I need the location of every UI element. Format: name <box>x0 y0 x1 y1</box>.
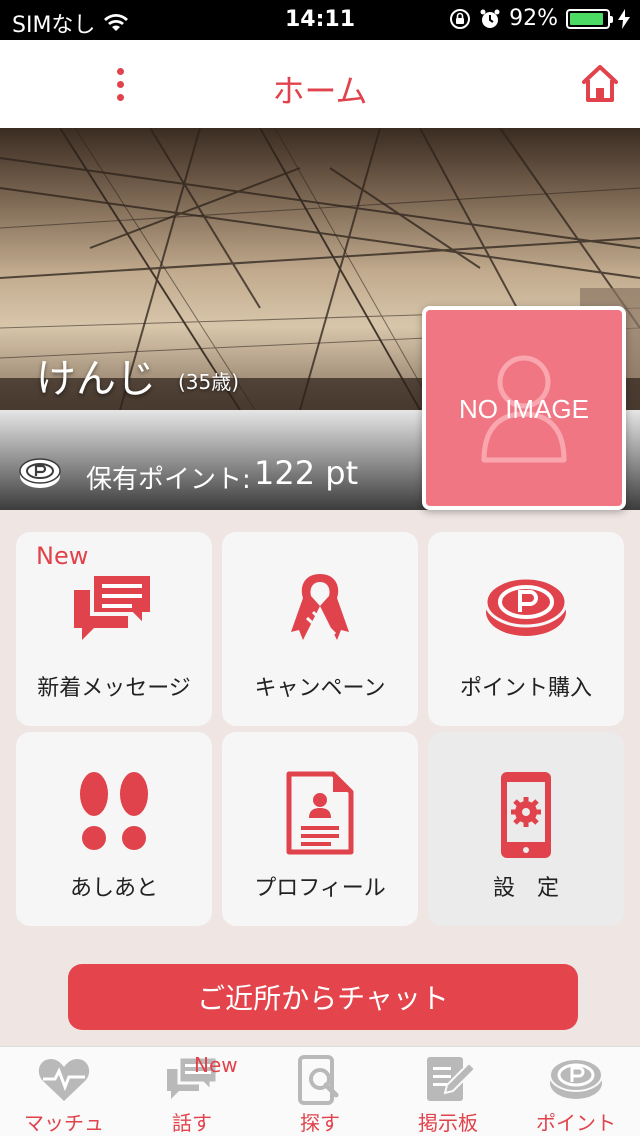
campaign-tile[interactable]: キャンペーン <box>222 532 418 726</box>
tile-icon-wrap <box>222 770 418 856</box>
nearby-chat-button[interactable]: ご近所からチャット <box>68 964 578 1030</box>
tab-icon-wrap <box>0 1055 128 1103</box>
tile-icon-wrap <box>16 570 212 646</box>
home-icon[interactable] <box>580 62 620 106</box>
battery-icon <box>566 8 613 29</box>
tab-label: ポイント <box>536 1111 616 1135</box>
tile-icon-wrap <box>428 770 624 860</box>
tab-icon-wrap <box>512 1055 640 1101</box>
tab-points[interactable]: ポイント <box>512 1047 640 1136</box>
tab-match[interactable]: マッチュ <box>0 1047 128 1136</box>
tile-label: ポイント購入 <box>459 676 592 701</box>
status-right: 92% <box>449 6 630 31</box>
footprints-icon <box>80 772 148 850</box>
settings-tile[interactable]: 設 定 <box>428 732 624 926</box>
orientation-lock-icon <box>450 8 471 29</box>
user-age: (35歳) <box>178 370 240 394</box>
tile-label: キャンペーン <box>254 676 386 701</box>
tab-label: 話す <box>172 1111 212 1135</box>
phone-search-icon <box>298 1055 339 1105</box>
heart-pulse-icon <box>38 1059 90 1101</box>
tab-bar: マッチュ New 話す 探す 掲示板 ポイント <box>0 1046 640 1136</box>
tab-board[interactable]: 掲示板 <box>384 1047 512 1136</box>
points-label: 保有ポイント: <box>86 465 251 495</box>
point-coin-icon <box>19 458 61 488</box>
charging-icon <box>618 8 630 29</box>
nav-bar: ホーム <box>0 40 640 128</box>
battery-fill <box>570 12 604 25</box>
points-value: 122 pt <box>254 454 359 492</box>
new-badge: New <box>36 542 89 570</box>
footprints-tile[interactable]: あしあと <box>16 732 212 926</box>
tile-icon-wrap <box>222 570 418 654</box>
tab-icon-wrap <box>384 1055 512 1103</box>
page-title: ホーム <box>272 72 368 110</box>
alarm-icon <box>480 9 500 28</box>
status-bar: SIMなし 14:11 92% <box>0 0 640 40</box>
battery-percent: 92% <box>509 6 558 31</box>
point-coin-icon <box>549 1058 603 1099</box>
tab-search[interactable]: 探す <box>256 1047 384 1136</box>
ribbon-icon <box>291 574 349 642</box>
message-icon <box>74 572 154 640</box>
new-messages-tile[interactable]: New 新着メッセージ <box>16 532 212 726</box>
point-coin-icon <box>484 576 568 636</box>
new-badge: New <box>194 1053 238 1077</box>
tile-label: プロフィール <box>254 876 386 901</box>
tab-label: マッチュ <box>24 1111 104 1135</box>
tab-icon-wrap <box>256 1055 384 1105</box>
board-edit-icon <box>427 1057 475 1101</box>
tab-label: 探す <box>300 1111 340 1135</box>
user-name: けんじ <box>36 356 156 402</box>
tile-label: 設 定 <box>492 876 559 901</box>
tab-label: 掲示板 <box>418 1111 478 1135</box>
tile-label: 新着メッセージ <box>37 676 191 701</box>
avatar[interactable]: NO IMAGE <box>422 306 626 510</box>
tile-icon-wrap <box>16 770 212 854</box>
profile-tile[interactable]: プロフィール <box>222 732 418 926</box>
phone-gear-icon <box>501 772 551 858</box>
tile-icon-wrap <box>428 570 624 640</box>
tab-talk[interactable]: New 話す <box>128 1047 256 1136</box>
buy-points-tile[interactable]: ポイント購入 <box>428 532 624 726</box>
profile-document-icon <box>286 771 354 855</box>
tile-label: あしあと <box>69 876 158 901</box>
avatar-no-image-label: NO IMAGE <box>458 394 589 424</box>
